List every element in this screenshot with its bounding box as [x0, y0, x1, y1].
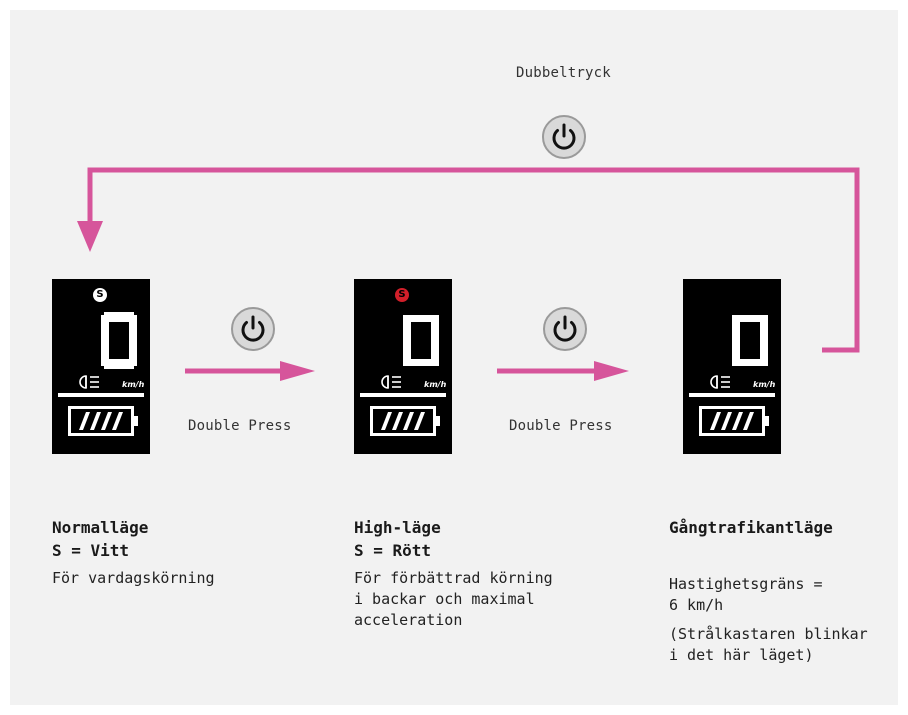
speed-digit	[101, 312, 137, 369]
mode-title: High-läge	[354, 518, 441, 537]
s-badge: S	[93, 288, 107, 302]
mode-subtitle: S = Vitt	[52, 541, 130, 560]
display-divider	[689, 393, 775, 397]
display-pedestrian: km/h	[683, 279, 781, 454]
s-badge: S	[395, 288, 409, 302]
double-press-top-label: Dubbeltryck	[516, 65, 611, 81]
display-high: S km/h	[354, 279, 452, 454]
power-icon	[543, 307, 587, 351]
display-divider	[58, 393, 144, 397]
mode-description: Hastighetsgräns =	[669, 575, 823, 593]
speed-unit: km/h	[122, 380, 145, 389]
speed-digit	[732, 315, 768, 366]
mode-description: acceleration	[354, 611, 463, 629]
mode-pedestrian: Gångtrafikantläge Hastighetsgräns = 6 km…	[669, 516, 868, 666]
mode-normal: Normalläge S = Vitt För vardagskörning	[52, 516, 215, 589]
mode-note: (Strålkastaren blinkar	[669, 625, 868, 643]
battery-icon	[68, 406, 138, 436]
mode-description: För vardagskörning	[52, 569, 215, 587]
headlight-icon	[79, 375, 99, 389]
speed-unit: km/h	[424, 380, 447, 389]
mode-title: Gångtrafikantläge	[669, 518, 833, 537]
mode-note: i det här läget)	[669, 646, 814, 664]
return-arrowhead	[77, 221, 103, 252]
display-normal: S km/h	[52, 279, 150, 454]
headlight-icon	[710, 375, 730, 389]
mode-subtitle: S = Rött	[354, 541, 432, 560]
arrow-label-1: Double Press	[188, 418, 292, 434]
mode-description: i backar och maximal	[354, 590, 535, 608]
battery-icon	[699, 406, 769, 436]
power-icon	[542, 115, 586, 159]
mode-title: Normalläge	[52, 518, 149, 537]
arrow-1-head	[280, 361, 315, 381]
arrow-2-head	[594, 361, 629, 381]
arrow-label-2: Double Press	[509, 418, 613, 434]
speed-digit	[403, 315, 439, 366]
battery-icon	[370, 406, 440, 436]
mode-description: För förbättrad körning	[354, 569, 553, 587]
mode-high: High-läge S = Rött För förbättrad körnin…	[354, 516, 553, 631]
power-icon	[231, 307, 275, 351]
speed-unit: km/h	[753, 380, 776, 389]
display-divider	[360, 393, 446, 397]
headlight-icon	[381, 375, 401, 389]
mode-description: 6 km/h	[669, 596, 724, 614]
